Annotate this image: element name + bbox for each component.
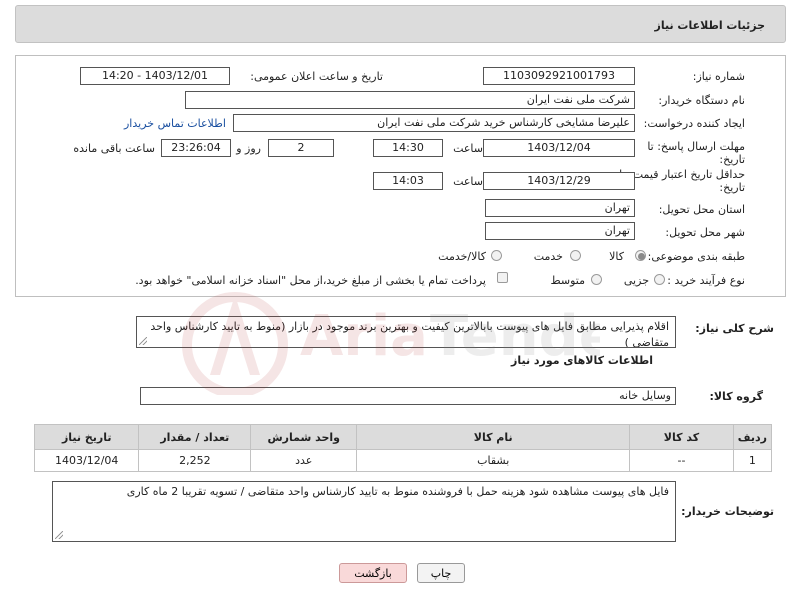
cell-row-number: 1 (732, 449, 773, 472)
goods-group-label: گروه کالا: (709, 390, 763, 403)
reply-days-field: 2 (268, 139, 334, 157)
reply-date-field: 1403/12/04 (483, 139, 635, 157)
page-title: جزئیات اطلاعات نیاز (654, 19, 766, 32)
cell-quantity: 2,252 (138, 449, 252, 472)
process-label: نوع فرآیند خرید : (667, 274, 745, 287)
goods-info-heading: اطلاعات کالاهای مورد نیاز (511, 354, 653, 367)
process-radio-minor[interactable] (654, 274, 665, 285)
need-number-field: 1103092921001793 (483, 67, 635, 85)
price-validity-date-label: تاریخ: (719, 181, 745, 194)
reply-deadline-date-label: تاریخ: (719, 153, 745, 166)
buyer-org-field: شرکت ملی نفت ایران (185, 91, 635, 109)
cell-item-code: -- (629, 449, 734, 472)
items-table: ردیف کد کالا نام کالا واحد شمارش تعداد /… (33, 424, 773, 472)
province-label: استان محل تحویل: (658, 203, 745, 216)
province-field: تهران (485, 199, 635, 217)
resize-grip-icon[interactable] (55, 531, 63, 539)
validity-date-field: 1403/12/29 (483, 172, 635, 190)
print-button[interactable]: چاپ (417, 563, 465, 583)
col-row-number: ردیف (732, 424, 773, 450)
reply-time-field: 14:30 (373, 139, 443, 157)
category-option-goods: کالا (609, 250, 624, 263)
announce-datetime-field: 1403/12/01 - 14:20 (80, 67, 230, 85)
treasury-payment-note: پرداخت تمام یا بخشی از مبلغ خرید،از محل … (135, 274, 486, 287)
description-label: شرح کلی نیاز: (695, 322, 774, 335)
description-textarea[interactable]: اقلام پذیرایی مطابق فایل های پیوست بابال… (136, 316, 676, 348)
table-row: 1 -- بشقاب عدد 2,252 1403/12/04 (33, 449, 773, 472)
remaining-time-field: 23:26:04 (161, 139, 231, 157)
description-text: اقلام پذیرایی مطابق فایل های پیوست بابال… (150, 320, 669, 348)
items-table-header-row: ردیف کد کالا نام کالا واحد شمارش تعداد /… (33, 424, 773, 450)
category-radio-goods[interactable] (635, 250, 646, 261)
need-number-label: شماره نیاز: (692, 70, 745, 83)
announce-datetime-label: تاریخ و ساعت اعلان عمومی: (250, 70, 383, 83)
page-header: جزئیات اطلاعات نیاز (15, 5, 786, 43)
category-radio-goods-service[interactable] (491, 250, 502, 261)
price-validity-label: حداقل تاریخ اعتبار قیمت: تا (619, 168, 745, 181)
validity-time-label: ساعت (453, 175, 483, 188)
category-option-goods-service: کالا/خدمت (438, 250, 486, 263)
back-button[interactable]: بازگشت (339, 563, 407, 583)
process-option-medium: متوسط (550, 274, 585, 287)
process-option-minor: جزیی (623, 274, 649, 287)
buyer-notes-text: فایل های پیوست مشاهده شود هزینه حمل با ف… (126, 485, 669, 498)
buyer-notes-textarea[interactable]: فایل های پیوست مشاهده شود هزینه حمل با ف… (52, 481, 676, 542)
requester-label: ایجاد کننده درخواست: (643, 117, 745, 130)
col-need-date: تاریخ نیاز (33, 424, 140, 450)
reply-deadline-label: مهلت ارسال پاسخ: تا (647, 140, 745, 153)
category-label: طبقه بندی موضوعی: (647, 250, 745, 263)
resize-grip-icon[interactable] (139, 337, 147, 345)
city-field: تهران (485, 222, 635, 240)
col-item-name: نام کالا (356, 424, 631, 450)
col-quantity: تعداد / مقدار (138, 424, 252, 450)
city-label: شهر محل تحویل: (665, 226, 745, 239)
buyer-org-label: نام دستگاه خریدار: (658, 94, 745, 107)
col-item-code: کد کالا (629, 424, 734, 450)
cell-item-name: بشقاب (356, 449, 631, 472)
process-radio-medium[interactable] (591, 274, 602, 285)
cell-need-date: 1403/12/04 (33, 449, 140, 472)
buyer-contact-link[interactable]: اطلاعات تماس خریدار (124, 117, 226, 130)
buyer-notes-label: توضیحات خریدار: (681, 505, 774, 518)
category-option-service: خدمت (533, 250, 563, 263)
validity-time-field: 14:03 (373, 172, 443, 190)
requester-field: علیرضا مشایخی کارشناس خرید شرکت ملی نفت … (233, 114, 635, 132)
col-unit: واحد شمارش (250, 424, 358, 450)
days-and-label: روز و (236, 142, 261, 155)
remaining-label: ساعت باقی مانده (73, 142, 155, 155)
reply-time-label: ساعت (453, 142, 483, 155)
treasury-payment-checkbox[interactable] (497, 272, 508, 283)
category-radio-service[interactable] (570, 250, 581, 261)
cell-unit: عدد (250, 449, 358, 472)
goods-group-field: وسایل خانه (140, 387, 676, 405)
